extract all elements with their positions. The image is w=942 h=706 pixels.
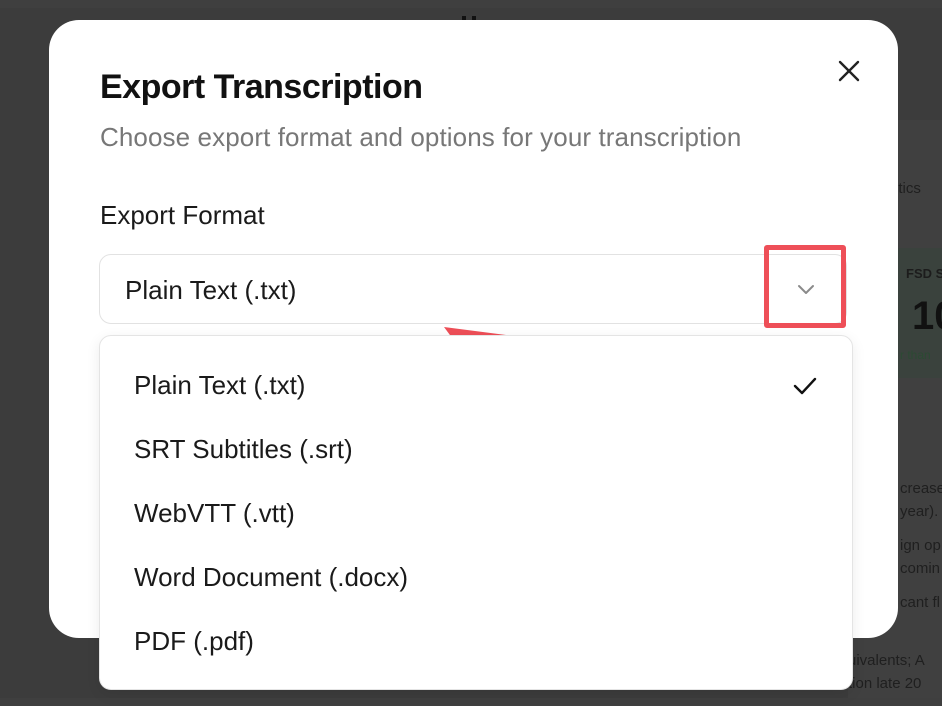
background-text: crease xyxy=(900,480,942,497)
modal-subtitle: Choose export format and options for you… xyxy=(100,122,742,152)
export-format-label: Export Format xyxy=(100,200,265,230)
option-label: WebVTT (.vtt) xyxy=(134,498,295,528)
format-option-srt[interactable]: SRT Subtitles (.srt) xyxy=(100,417,852,481)
option-label: Word Document (.docx) xyxy=(134,562,409,592)
export-format-select[interactable]: Plain Text (.txt) xyxy=(99,254,847,324)
checkmark-icon xyxy=(793,377,817,395)
background-text: cant fl xyxy=(900,594,941,611)
background-card-label: FSD S xyxy=(906,266,942,281)
option-label: Plain Text (.txt) xyxy=(134,370,306,400)
background-card-number: 10 xyxy=(912,294,942,338)
format-option-docx[interactable]: Word Document (.docx) xyxy=(100,545,852,609)
format-option-pdf[interactable]: PDF (.pdf) xyxy=(100,609,852,673)
background-text: year). xyxy=(900,503,939,520)
background-text: tion late 20 xyxy=(848,675,922,692)
background-text: ign op xyxy=(900,537,941,554)
format-option-txt[interactable]: Plain Text (.txt) xyxy=(100,353,852,417)
close-icon xyxy=(838,60,860,82)
option-label: SRT Subtitles (.srt) xyxy=(134,434,353,464)
close-button[interactable] xyxy=(836,58,862,84)
option-label: PDF (.pdf) xyxy=(134,626,254,656)
highlight-box xyxy=(764,245,846,328)
export-format-dropdown: Plain Text (.txt) SRT Subtitles (.srt) W… xyxy=(99,335,853,690)
format-option-vtt[interactable]: WebVTT (.vtt) xyxy=(100,481,852,545)
modal-title: Export Transcription xyxy=(100,68,423,106)
background-text: comin xyxy=(900,560,941,577)
background-text: uivalents; A xyxy=(848,652,925,669)
selected-format: Plain Text (.txt) xyxy=(125,275,297,305)
background-card-subtext: r than xyxy=(900,348,931,362)
